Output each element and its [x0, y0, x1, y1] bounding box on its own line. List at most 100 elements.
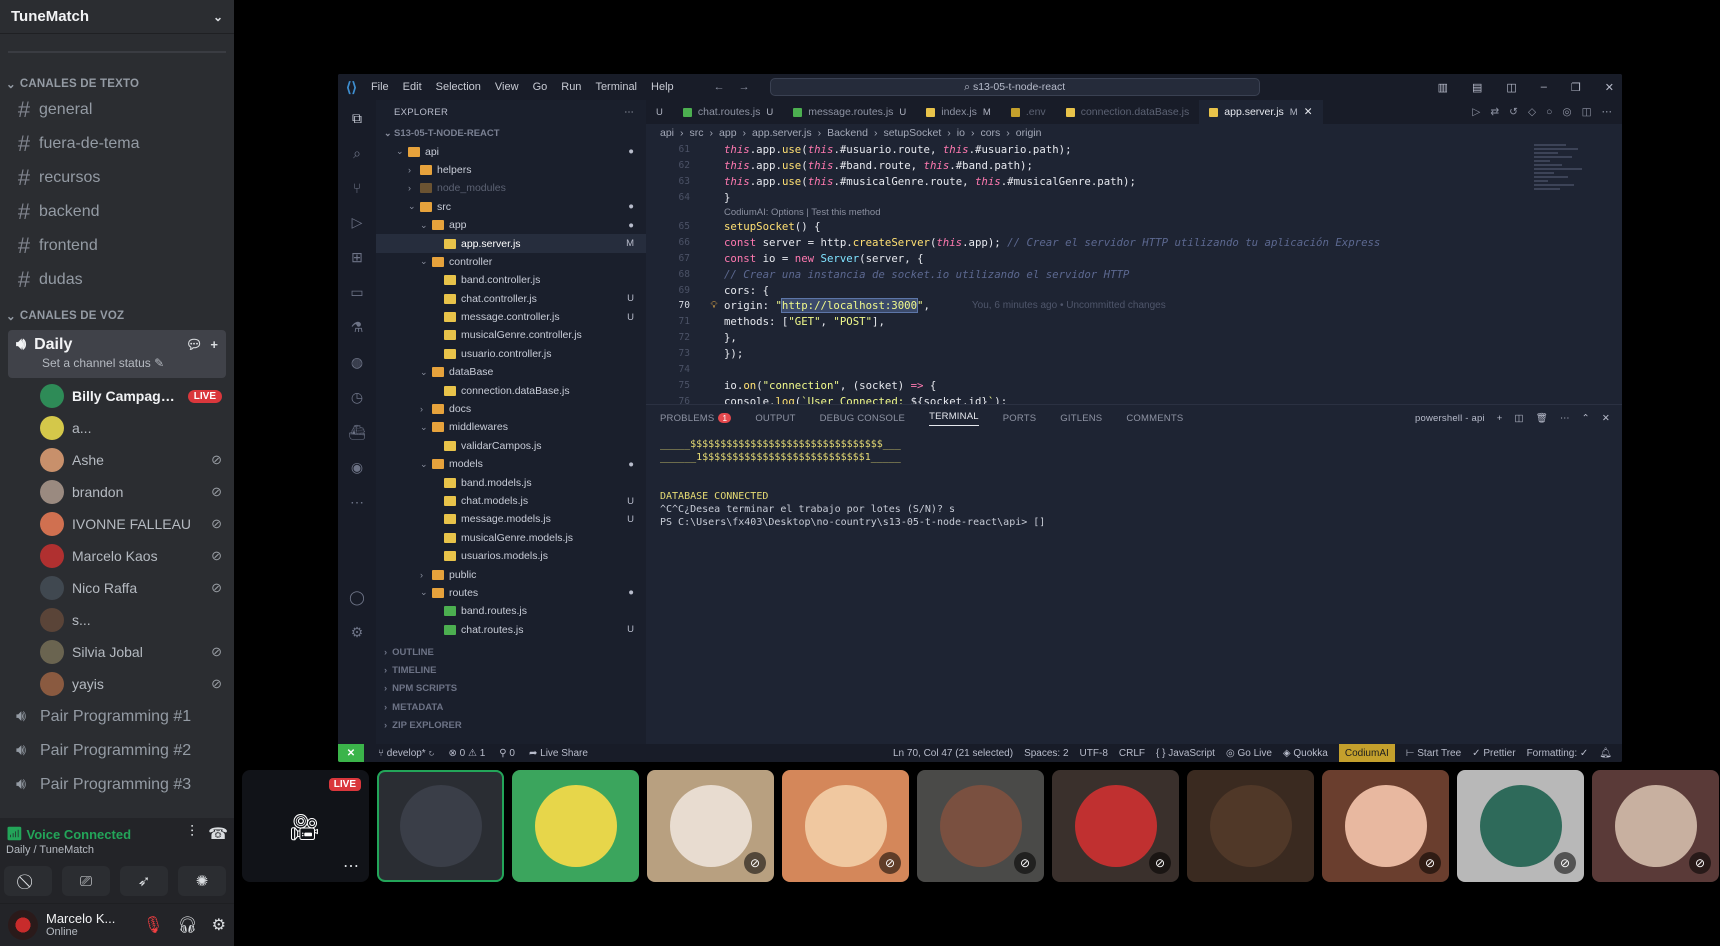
tree-item[interactable]: ⌄ controller — [376, 253, 646, 271]
liveshare-indicator[interactable]: ➦ Live Share — [529, 748, 588, 759]
golive-indicator[interactable]: ◎ Go Live — [1226, 748, 1272, 759]
project-root[interactable]: ⌄ S13-05-T-NODE-REACT — [376, 124, 646, 142]
section-zip-explorer[interactable]: › ZIP EXPLORER — [376, 717, 646, 735]
panel-tab-ports[interactable]: PORTS — [1003, 413, 1037, 424]
panel-tab-debug-console[interactable]: DEBUG CONSOLE — [820, 413, 905, 424]
split-editor-icon[interactable]: ◫ — [1582, 106, 1592, 118]
panel-tab-gitlens[interactable]: GITLENS — [1060, 413, 1102, 424]
terminal-output[interactable]: _____$$$$$$$$$$$$$$$$$$$$$$$$$$$$$$$$___… — [646, 439, 1622, 530]
menu-run[interactable]: Run — [561, 81, 581, 93]
bell-icon[interactable]: 🔔︎ — [1599, 748, 1612, 759]
voice-channel-daily[interactable]: 🔊︎ Daily 💬︎ + Set a channel status ✎ — [8, 330, 226, 378]
headphones-icon[interactable]: 🎧︎ — [177, 915, 197, 935]
menu-view[interactable]: View — [495, 81, 519, 93]
compare-icon[interactable]: ⇄ — [1490, 106, 1499, 118]
tree-item[interactable]: › public — [376, 565, 646, 583]
cursor-position[interactable]: Ln 70, Col 47 (21 selected) — [893, 748, 1013, 759]
breadcrumb-item[interactable]: app.server.js — [752, 127, 812, 139]
code-view[interactable]: 61 this .app. use(this .#usuario.route, thi… — [646, 142, 1532, 404]
lightbulb-icon[interactable]: 💡︎ — [704, 300, 724, 311]
chat-icon[interactable]: 💬︎ — [186, 337, 203, 353]
panel-tab-problems[interactable]: PROBLEMS 1 — [660, 412, 732, 424]
tree-item[interactable]: ⌄ routes ● — [376, 584, 646, 602]
testing-icon[interactable]: ⚗ — [351, 319, 364, 336]
voice-member[interactable]: brandon ⊘ — [36, 476, 226, 508]
breadcrumb-item[interactable]: src — [690, 127, 704, 139]
split-terminal-icon[interactable]: ◫ — [1515, 413, 1524, 424]
docker-icon[interactable]: ⛴ — [348, 424, 366, 441]
tree-item[interactable]: chat.routes.js U — [376, 621, 646, 639]
participant-tile[interactable] — [512, 770, 639, 882]
text-channel-fuera-de-tema[interactable]: # fuera-de-tema — [8, 127, 226, 161]
timeline-icon[interactable]: ◷ — [351, 389, 363, 406]
trash-icon[interactable]: 🗑︎ — [1536, 413, 1548, 424]
section-metadata[interactable]: › METADATA — [376, 698, 646, 716]
maximize-panel-icon[interactable]: ⌃ — [1582, 413, 1590, 424]
editor-tab[interactable]: .env — [1001, 100, 1056, 124]
text-channel-backend[interactable]: # backend — [8, 195, 226, 229]
voice-member[interactable]: Ashe ⊘ — [36, 444, 226, 476]
breadcrumb-item[interactable]: setupSocket — [883, 127, 941, 139]
breadcrumb-item[interactable]: api — [660, 127, 674, 139]
participant-tile[interactable]: ⊘ — [1592, 770, 1719, 882]
quokka-indicator[interactable]: ◈ Quokka — [1283, 748, 1328, 759]
forward-arrow-icon[interactable]: → — [739, 81, 750, 93]
voice-member[interactable]: Nico Raffa ⊘ — [36, 572, 226, 604]
layout-sidebar-icon[interactable]: ▥ — [1438, 81, 1448, 94]
voice-category[interactable]: ⌄ CANALES DE VOZ — [0, 307, 234, 325]
layout-split-icon[interactable]: ◫ — [1506, 81, 1516, 94]
breadcrumb-item[interactable]: origin — [1016, 127, 1042, 139]
close-icon[interactable]: ✕ — [1602, 413, 1610, 424]
mic-muted-icon[interactable]: 🎙︎ — [143, 915, 163, 935]
panel-tab-output[interactable]: OUTPUT — [755, 413, 795, 424]
tree-item[interactable]: usuarios.models.js — [376, 547, 646, 565]
text-channel-recursos[interactable]: # recursos — [8, 161, 226, 195]
menu-edit[interactable]: Edit — [403, 81, 422, 93]
tree-item[interactable]: chat.controller.js U — [376, 290, 646, 308]
voice-member[interactable]: Billy Campagno... LIVE — [36, 380, 226, 412]
remote-indicator-icon[interactable]: ✕ — [338, 744, 364, 762]
menu-terminal[interactable]: Terminal — [595, 81, 637, 93]
voice-member[interactable]: IVONNE FALLEAU ⊘ — [36, 508, 226, 540]
participant-tile[interactable]: ⊘ — [647, 770, 774, 882]
tree-item[interactable]: ⌄ api ● — [376, 142, 646, 160]
editor-tab[interactable]: index.js M — [916, 100, 1001, 124]
tree-item[interactable]: ⌄ src ● — [376, 198, 646, 216]
soundboard-button[interactable]: ✺ — [178, 866, 226, 896]
stream-tile[interactable]: 🎥︎ LIVE ⋯ — [242, 770, 369, 882]
back-arrow-icon[interactable]: ← — [714, 81, 725, 93]
server-header[interactable]: TuneMatch ⌄ — [0, 0, 234, 34]
tree-item[interactable]: ⌄ app ● — [376, 216, 646, 234]
voice-channel-pair-programming[interactable]: 🔊︎ Pair Programming #2 — [8, 734, 226, 768]
language-indicator[interactable]: { } JavaScript — [1156, 748, 1215, 759]
tree-item[interactable]: musicalGenre.models.js — [376, 529, 646, 547]
editor-tab[interactable]: message.routes.js U — [783, 100, 916, 124]
timeline-icon[interactable]: ↺ — [1509, 106, 1518, 118]
tree-item[interactable]: message.controller.js U — [376, 308, 646, 326]
tree-item[interactable]: usuario.controller.js — [376, 345, 646, 363]
channel-status[interactable]: Set a channel status ✎ — [42, 356, 218, 370]
breadcrumb-item[interactable]: cors — [980, 127, 1000, 139]
add-member-icon[interactable]: + — [210, 337, 218, 353]
voice-member[interactable]: s... — [36, 604, 226, 636]
run-icon[interactable]: ▷ — [1472, 106, 1480, 118]
tree-item[interactable]: app.server.js M — [376, 234, 646, 253]
tree-item[interactable]: › node_modules — [376, 179, 646, 197]
minimap[interactable] — [1534, 142, 1614, 404]
text-category[interactable]: ⌄ CANALES DE TEXTO — [0, 75, 234, 93]
problems-indicator[interactable]: ⊗ 0 ⚠ 1 — [448, 748, 485, 759]
screen-share-button[interactable]: ⎚ — [62, 866, 110, 896]
participant-tile[interactable]: ⊘ — [1457, 770, 1584, 882]
codiumai-indicator[interactable]: CodiumAI — [1338, 744, 1395, 762]
codelens[interactable]: CodiumAI: Options | Test this method — [646, 206, 1532, 219]
layout-panel-icon[interactable]: ▤ — [1472, 81, 1482, 94]
participant-tile[interactable] — [377, 770, 504, 882]
text-channel-dudas[interactable]: # dudas — [8, 263, 226, 297]
camera-off-button[interactable]: ⃠ — [4, 866, 52, 896]
search-icon[interactable]: ⌕ — [353, 145, 361, 162]
run-debug-icon[interactable]: ▷ — [352, 214, 363, 231]
tree-item[interactable]: message.models.js U — [376, 510, 646, 528]
diff-next-icon[interactable]: ○ — [1546, 106, 1552, 118]
tree-item[interactable]: ⌄ middlewares — [376, 418, 646, 436]
branch-indicator[interactable]: ⑂ develop* ↻ — [378, 748, 434, 759]
